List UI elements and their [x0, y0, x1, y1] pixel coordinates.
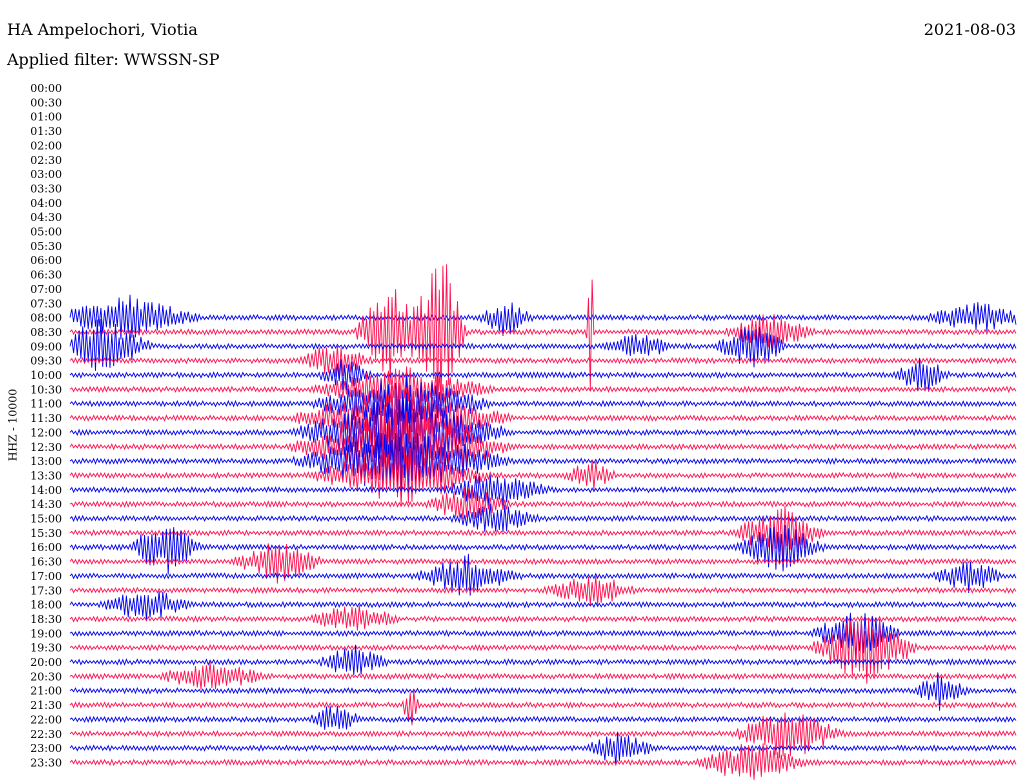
helicorder-plot: 00:0000:30 01:0001:3002:00 02:3003:0003:30… — [30, 82, 1017, 780]
tick-label-1230: 12:30 — [30, 441, 62, 454]
tick-label-1330: 13:30 — [30, 469, 62, 482]
tick-label-2330: 23:30 — [30, 756, 62, 769]
tick-label-1600: 16:00 — [30, 541, 62, 554]
trace-2300 — [69, 732, 1017, 766]
tick-label-0200: 02:00 — [30, 139, 62, 152]
tick-label-1730: 17:30 — [30, 584, 62, 597]
trace-1600 — [69, 524, 1017, 575]
tick-label-0330: 03:30 — [30, 182, 62, 195]
tick-label-1700: 17:00 — [30, 570, 62, 583]
tick-label-1500: 15:00 — [30, 513, 62, 526]
trace-1500 — [69, 503, 1017, 533]
tick-label-2230: 22:30 — [30, 728, 62, 741]
trace-1030 — [69, 366, 1017, 411]
trace-1530 — [69, 505, 1017, 561]
trace-2200 — [69, 705, 1017, 730]
tick-label-1030: 10:30 — [30, 383, 62, 396]
tick-label-0130: 01:30 — [30, 125, 62, 138]
tick-label-0700: 07:00 — [30, 283, 62, 296]
tick-label-0730: 07:30 — [30, 297, 62, 310]
tick-label-1300: 13:00 — [30, 455, 62, 468]
tick-label-1200: 12:00 — [30, 426, 62, 439]
trace-1730 — [69, 575, 1017, 606]
tick-label-1100: 11:00 — [30, 398, 62, 411]
tick-label-1430: 14:30 — [30, 498, 62, 511]
tick-label-1630: 16:30 — [30, 556, 62, 569]
trace-1930 — [69, 617, 1017, 684]
seismogram-traces — [69, 264, 1017, 780]
tick-label-0430: 04:30 — [30, 211, 62, 224]
tick-label-0300: 03:00 — [30, 168, 62, 181]
trace-1700 — [69, 553, 1017, 596]
trace-1830 — [69, 605, 1017, 631]
tick-label-0900: 09:00 — [30, 340, 62, 353]
tick-label-0930: 09:30 — [30, 355, 62, 368]
tick-label-1900: 19:00 — [30, 627, 62, 640]
time-tick-labels: 00:0000:30 01:0001:3002:00 02:3003:0003:30… — [30, 82, 62, 769]
tick-label-0800: 08:00 — [30, 312, 62, 325]
tick-label-2100: 21:00 — [30, 685, 62, 698]
trace-1300 — [69, 432, 1017, 497]
trace-1200 — [69, 391, 1017, 471]
tick-label-2000: 20:00 — [30, 656, 62, 669]
tick-label-0030: 00:30 — [30, 96, 62, 109]
tick-label-2130: 21:30 — [30, 699, 62, 712]
tick-label-1800: 18:00 — [30, 599, 62, 612]
tick-label-2030: 20:30 — [30, 670, 62, 683]
trace-1400 — [69, 474, 1017, 507]
tick-label-2300: 23:00 — [30, 742, 62, 755]
trace-1130 — [69, 382, 1017, 453]
tick-label-0230: 02:30 — [30, 154, 62, 167]
tick-label-1000: 10:00 — [30, 369, 62, 382]
tick-label-2200: 22:00 — [30, 713, 62, 726]
trace-2230 — [69, 712, 1017, 759]
tick-label-0000: 00:00 — [30, 82, 62, 95]
tick-label-0600: 06:00 — [30, 254, 62, 267]
tick-label-0400: 04:00 — [30, 197, 62, 210]
trace-1330 — [69, 447, 1017, 506]
trace-1900 — [69, 612, 1017, 659]
trace-1800 — [69, 591, 1017, 621]
tick-label-1830: 18:30 — [30, 613, 62, 626]
tick-label-1930: 19:30 — [30, 642, 62, 655]
tick-label-0100: 01:00 — [30, 111, 62, 124]
tick-label-1130: 11:30 — [30, 412, 62, 425]
tick-label-1530: 15:30 — [30, 527, 62, 540]
trace-1100 — [69, 375, 1017, 433]
trace-0830 — [69, 264, 1017, 410]
tick-label-0530: 05:30 — [30, 240, 62, 253]
trace-1230 — [69, 409, 1017, 487]
tick-label-0500: 05:00 — [30, 226, 62, 239]
tick-label-0830: 08:30 — [30, 326, 62, 339]
tick-label-0630: 06:30 — [30, 269, 62, 282]
tick-label-1400: 14:00 — [30, 484, 62, 497]
